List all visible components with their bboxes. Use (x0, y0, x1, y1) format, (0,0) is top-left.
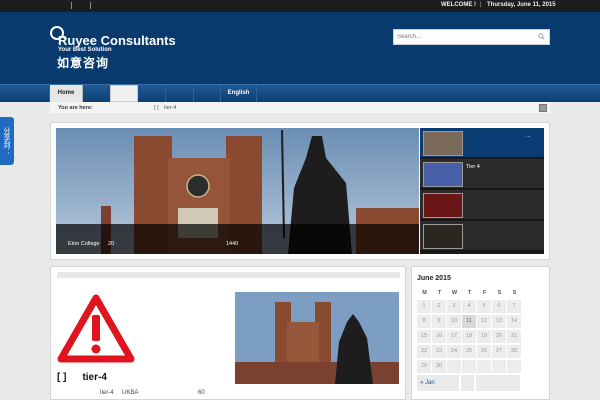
calendar-day: 14 (507, 315, 521, 328)
calendar-day (492, 360, 506, 373)
post-image[interactable] (235, 292, 399, 384)
post-title[interactable]: [ ] tier-4 (57, 372, 107, 383)
calendar-prev-link[interactable]: « Jan (417, 375, 459, 391)
nav-home[interactable]: Home (50, 85, 83, 102)
calendar-day-today: 11 (462, 315, 476, 328)
calendar-day (462, 360, 476, 373)
nav-english[interactable]: English (221, 85, 257, 102)
top-bar-separator (71, 2, 72, 9)
calendar-day: 27 (492, 345, 506, 358)
nav-item-blank-4[interactable] (194, 85, 221, 102)
calendar-day (447, 360, 461, 373)
nav-item-blank[interactable] (110, 85, 138, 102)
thumb-item[interactable] (420, 221, 544, 251)
calendar-title: June 2015 (417, 275, 451, 282)
breadcrumb-home-link[interactable]: [ ] (154, 105, 159, 111)
thumb-text: ... (526, 133, 531, 139)
calendar-day: 7 (507, 300, 521, 313)
post-meta-tag[interactable]: tier-4 (100, 390, 114, 396)
calendar-day: 28 (507, 345, 521, 358)
slide-caption-num1: 20 (108, 241, 115, 247)
calendar-day: 10 (447, 315, 461, 328)
calendar-day: 24 (447, 345, 461, 358)
calendar-day: 5 (477, 300, 491, 313)
calendar-day (507, 360, 521, 373)
calendar-day: 17 (447, 330, 461, 343)
calendar-day: 16 (432, 330, 446, 343)
site-brand-chinese[interactable]: 如意咨询 (57, 54, 109, 71)
calendar-day: 19 (477, 330, 491, 343)
share-tab[interactable]: 分享到： (0, 117, 14, 165)
thumb-item[interactable] (420, 190, 544, 220)
main-nav: Home English (0, 84, 600, 102)
post-meta-count: 60 (198, 390, 205, 396)
slide-caption-num2: 1440 (226, 241, 239, 247)
calendar-day: 20 (492, 330, 506, 343)
site-brand[interactable]: Ruyee Consultants (58, 33, 176, 48)
calendar-weekday: M (422, 290, 427, 296)
breadcrumb-label: You are here: (58, 105, 93, 111)
thumb-image (423, 193, 463, 218)
slider-thumbnails: ... Tier 4 (420, 128, 544, 254)
current-date: Thursday, June 11, 2015 (487, 2, 556, 8)
welcome-text: WELCOME ! (441, 2, 476, 8)
calendar-next-link[interactable] (476, 375, 520, 391)
calendar-day: 23 (432, 345, 446, 358)
nav-spacer (0, 85, 50, 102)
search-icon[interactable] (538, 33, 545, 40)
top-bar-divider: | (480, 2, 482, 8)
post-photo (235, 292, 399, 384)
calendar-day: 12 (477, 315, 491, 328)
breadcrumb: You are here: [ ] tier-4 (50, 102, 550, 115)
calendar-day: 8 (417, 315, 431, 328)
calendar-day: 4 (462, 300, 476, 313)
site-slogan: Your Best Solution (58, 47, 112, 53)
calendar-day: 18 (462, 330, 476, 343)
calendar-day: 3 (447, 300, 461, 313)
calendar-weekday: T (467, 290, 472, 296)
calendar-day: 9 (432, 315, 446, 328)
calendar-weekday: F (482, 290, 487, 296)
search-input[interactable] (397, 32, 527, 42)
thumb-image (423, 131, 463, 156)
print-icon[interactable] (539, 104, 547, 112)
nav-item-blank-3[interactable] (166, 85, 194, 102)
top-bar-separator (90, 2, 91, 9)
calendar-day: 1 (417, 300, 431, 313)
top-bar: WELCOME ! | Thursday, June 11, 2015 (0, 0, 600, 12)
thumb-image (423, 224, 463, 249)
nav-item-blank-2[interactable] (138, 85, 166, 102)
calendar-day: 2 (432, 300, 446, 313)
calendar-day (477, 360, 491, 373)
calendar-day: 26 (477, 345, 491, 358)
calendar-day: 21 (507, 330, 521, 343)
calendar-weekday: S (512, 290, 517, 296)
calendar-weekday: T (437, 290, 442, 296)
content-header-bar (57, 272, 400, 278)
thumb-image (423, 162, 463, 187)
calendar-spacer (461, 375, 474, 391)
calendar-day: 6 (492, 300, 506, 313)
calendar-weekday: S (497, 290, 502, 296)
calendar-day: 30 (432, 360, 446, 373)
breadcrumb-current: tier-4 (164, 105, 177, 111)
calendar-day: 15 (417, 330, 431, 343)
calendar-weekday: W (451, 290, 458, 296)
slide-caption-place: Eton College (68, 241, 100, 247)
post-title-text: tier-4 (82, 372, 107, 383)
calendar-day: 29 (417, 360, 431, 373)
warning-icon (57, 294, 135, 363)
thumb-text: Tier 4 (466, 164, 480, 170)
thumb-item[interactable]: Tier 4 (420, 159, 544, 189)
slide-caption: Eton College 20 1440 (56, 224, 419, 254)
calendar-day: 13 (492, 315, 506, 328)
post-meta-org: UKBA (122, 390, 139, 396)
post-title-brackets: [ ] (57, 372, 67, 383)
calendar-day: 25 (462, 345, 476, 358)
slide-image[interactable]: Eton College 20 1440 (56, 128, 419, 254)
calendar-day: 22 (417, 345, 431, 358)
search-box (393, 29, 550, 45)
thumb-item[interactable]: ... (420, 128, 544, 158)
